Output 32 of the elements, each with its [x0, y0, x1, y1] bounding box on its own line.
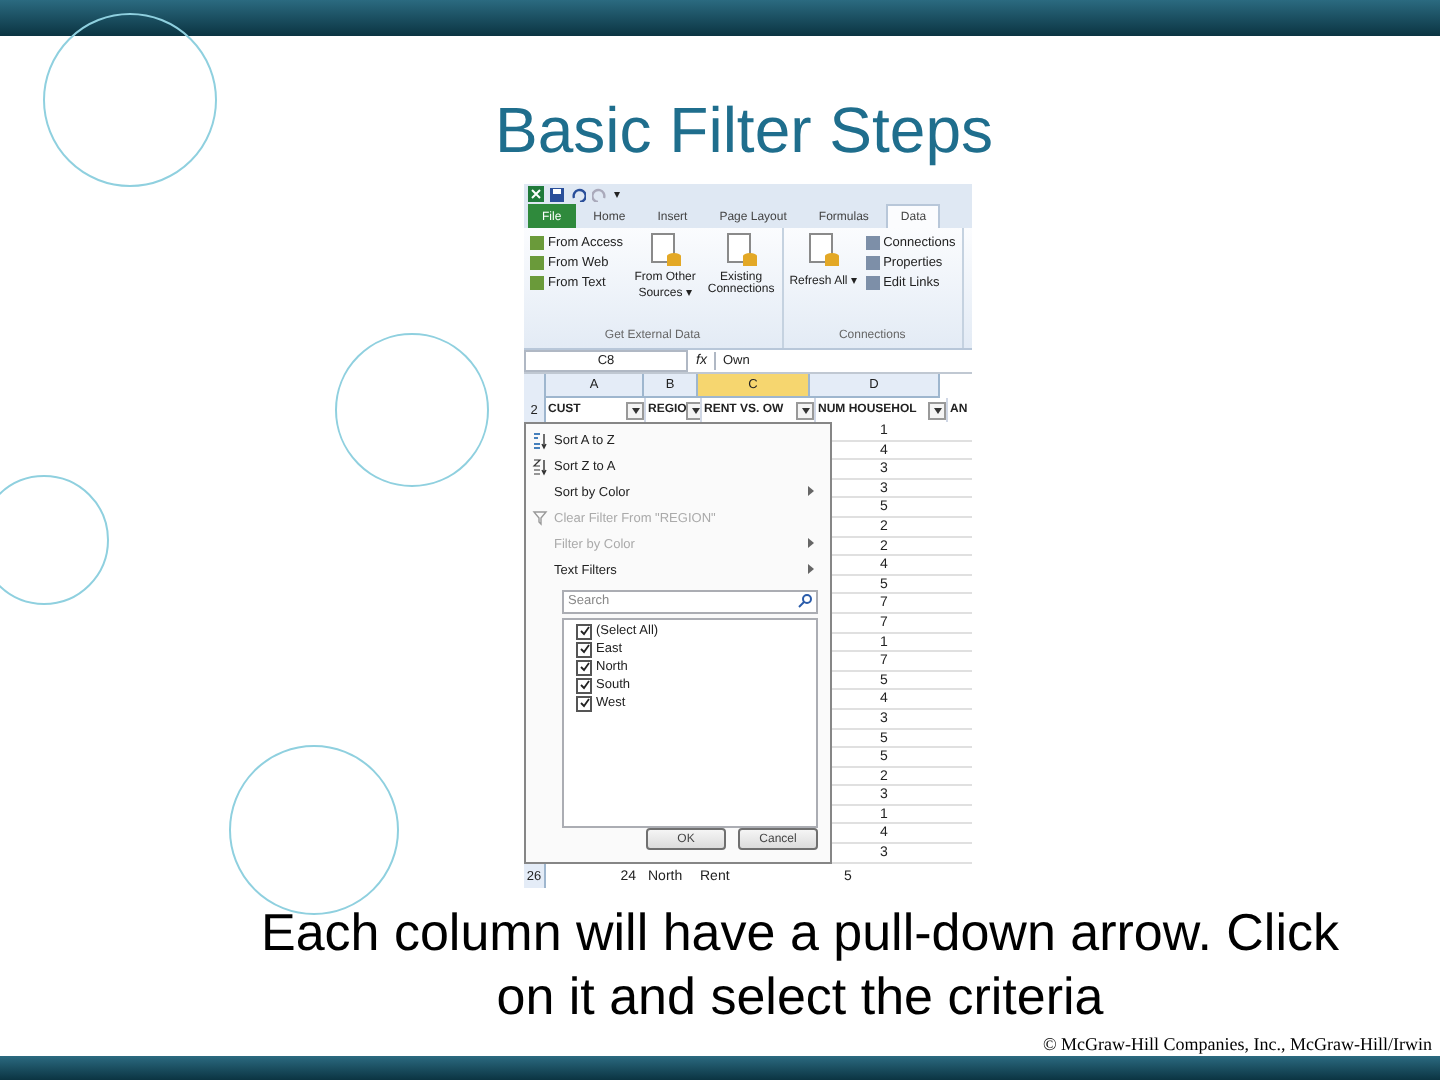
submenu-arrow-icon: [808, 563, 814, 574]
caret-icon: [801, 407, 809, 413]
submenu-arrow-icon: [808, 537, 814, 548]
filter-dropdown[interactable]: [928, 401, 946, 419]
checkbox[interactable]: [576, 623, 592, 640]
undo-icon[interactable]: [570, 187, 586, 201]
copyright-notice: © McGraw-Hill Companies, Inc., McGraw-Hill/Irwin: [1042, 1032, 1432, 1056]
filter-dropdown[interactable]: [686, 401, 700, 419]
checkbox[interactable]: [576, 677, 592, 694]
spreadsheet-logo-icon: [528, 186, 544, 202]
save-icon[interactable]: [550, 187, 564, 201]
caption-line: on it and select the criteria: [494, 964, 1106, 1028]
caret-icon: [691, 407, 700, 413]
slide-title: Basic Filter Steps: [493, 92, 993, 168]
document-database-icon: [649, 232, 682, 268]
checkbox[interactable]: [576, 641, 592, 658]
funnel-icon: [532, 510, 548, 527]
document-database-icon: [725, 232, 758, 268]
document-database-icon: [807, 232, 840, 268]
filter-dropdown[interactable]: [796, 401, 814, 419]
caption-line: Each column will have a pull-down arrow. Click: [260, 900, 1339, 964]
circle-outline: [0, 475, 109, 605]
caret-icon: [933, 407, 941, 413]
submenu-arrow-icon: [808, 485, 814, 496]
filter-dropdown[interactable]: [626, 401, 644, 419]
checkbox[interactable]: [576, 695, 592, 712]
checkbox[interactable]: [576, 659, 592, 676]
sort-descending-icon: [532, 457, 548, 476]
caret-icon: [631, 407, 639, 413]
sort-ascending-icon: [532, 431, 548, 450]
corner-cell[interactable]: [524, 374, 546, 398]
search-icon: [798, 594, 812, 609]
